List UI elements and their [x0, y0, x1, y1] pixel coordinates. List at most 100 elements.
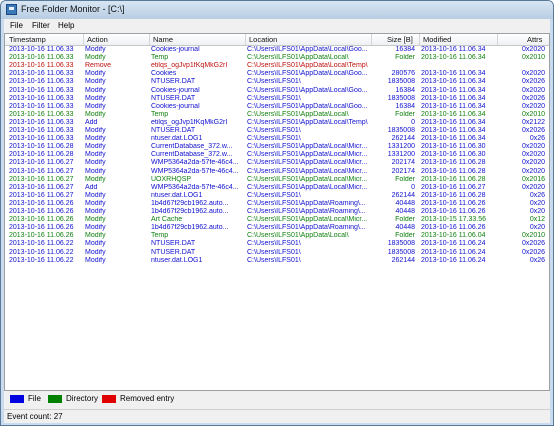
table-row[interactable]: 2013-10-16 11.06.28 Modify CurrentDatabase…	[5, 151, 549, 159]
table-row[interactable]: 2013-10-16 11.06.27 Modify ntuser.dat.LOG1…	[5, 191, 549, 200]
table-row[interactable]: 2013-10-16 11.06.26 Modify 1b4d67f29cb1962…	[5, 224, 549, 232]
table-row[interactable]: 2013-10-16 11.06.27 Add WMP5364a2da-57fe-4…	[5, 183, 549, 192]
column-divider[interactable]	[149, 34, 150, 45]
column-header-action[interactable]: Action	[87, 35, 108, 44]
cell-action: Modify	[85, 248, 106, 256]
cell-location: C:\Users\ILFS01\AppData\Local\Temp\	[247, 118, 368, 126]
column-header-modified[interactable]: Modified	[423, 35, 451, 44]
title-bar[interactable]: Free Folder Monitor - [C:\]	[1, 1, 553, 19]
cell-action: Modify	[85, 135, 106, 143]
cell-action: Modify	[85, 46, 106, 53]
cell-location: C:\Users\ILFS01\AppData\Roaming\...	[247, 208, 366, 215]
cell-attrs: 0x26	[529, 135, 545, 143]
cell-size: Folder	[395, 110, 415, 118]
cell-size: 1331200	[387, 143, 415, 151]
cell-timestamp: 2013-10-16 11.06.27	[9, 159, 74, 167]
table-row[interactable]: 2013-10-16 11.06.33 Modify Temp C:\Users\IL…	[5, 54, 549, 62]
cell-timestamp: 2013-10-16 11.06.22	[9, 240, 74, 248]
cell-size: Folder	[395, 232, 415, 240]
table-row[interactable]: 2013-10-16 11.06.33 Modify NTUSER.DAT C:\Us…	[5, 94, 549, 103]
cell-timestamp: 2013-10-16 11.06.33	[9, 78, 74, 86]
table-row[interactable]: 2013-10-16 11.06.33 Add etilqs_ogJvp1fKqMk…	[5, 118, 549, 127]
cell-attrs: 0x2010	[522, 110, 545, 118]
column-divider[interactable]	[497, 34, 498, 45]
cell-modified: 2013-10-16 11.06.24	[421, 248, 486, 256]
table-row[interactable]: 2013-10-16 11.06.26 Modify Art Cache C:\Use…	[5, 216, 549, 224]
cell-name: NTUSER.DAT	[151, 78, 196, 86]
table-row[interactable]: 2013-10-16 11.06.22 Modify ntuser.dat.LOG1…	[5, 256, 549, 265]
cell-name: Temp	[151, 54, 169, 62]
cell-modified: 2013-10-16 11.06.34	[421, 94, 486, 102]
table-row[interactable]: 2013-10-16 11.06.26 Modify 1b4d67f29cb1962…	[5, 208, 549, 216]
cell-location: C:\Users\ILFS01\	[247, 127, 301, 134]
table-row[interactable]: 2013-10-16 11.06.33 Modify Cookies-journal…	[5, 46, 549, 54]
cell-action: Modify	[85, 151, 106, 159]
column-header-size[interactable]: Size [B]	[387, 35, 413, 44]
cell-timestamp: 2013-10-16 11.06.26	[9, 224, 74, 232]
cell-attrs: 0x20	[529, 208, 545, 215]
column-divider[interactable]	[245, 34, 246, 45]
cell-timestamp: 2013-10-16 11.06.26	[9, 199, 74, 207]
cell-name: 1b4d67f29cb1962.auto...	[151, 199, 229, 207]
table-row[interactable]: 2013-10-16 11.06.33 Modify NTUSER.DAT C:\Us…	[5, 78, 549, 86]
cell-timestamp: 2013-10-16 11.06.27	[9, 167, 74, 175]
column-divider[interactable]	[419, 34, 420, 45]
table-row[interactable]: 2013-10-16 11.06.26 Modify Temp C:\Users\IL…	[5, 232, 549, 240]
menu-help[interactable]: Help	[58, 21, 74, 30]
column-header-location[interactable]: Location	[249, 35, 277, 44]
table-row[interactable]: 2013-10-16 11.06.27 Modify WMP5364a2da-57f…	[5, 159, 549, 167]
cell-size: 1835008	[387, 248, 415, 256]
column-divider[interactable]	[371, 34, 372, 45]
menu-file[interactable]: File	[10, 21, 23, 30]
table-row[interactable]: 2013-10-16 11.06.33 Modify Cookies-journal…	[5, 86, 549, 95]
cell-modified: 2013-10-16 11.06.27	[421, 183, 486, 191]
main-window: Free Folder Monitor - [C:\] File Filter …	[0, 0, 554, 426]
cell-location: C:\Users\ILFS01\	[247, 94, 301, 102]
cell-attrs: 0x2026	[522, 240, 545, 248]
cell-timestamp: 2013-10-16 11.06.33	[9, 127, 74, 134]
table-row[interactable]: 2013-10-16 11.06.22 Modify NTUSER.DAT C:\Us…	[5, 248, 549, 257]
table-row[interactable]: 2013-10-16 11.06.28 Modify CurrentDatabase…	[5, 143, 549, 151]
table-row[interactable]: 2013-10-16 11.06.33 Modify NTUSER.DAT C:\Us…	[5, 127, 549, 135]
cell-timestamp: 2013-10-16 11.06.27	[9, 191, 74, 199]
cell-timestamp: 2013-10-16 11.06.33	[9, 110, 74, 118]
cell-action: Add	[85, 183, 98, 191]
cell-action: Modify	[85, 94, 106, 102]
cell-location: C:\Users\ILFS01\AppData\Local\Goo...	[247, 86, 368, 94]
cell-attrs: 0x2020	[522, 143, 545, 151]
table-row[interactable]: 2013-10-16 11.06.27 Modify WMP5364a2da-57f…	[5, 167, 549, 176]
cell-attrs: 0x2020	[522, 183, 545, 191]
table-row[interactable]: 2013-10-16 11.06.33 Modify ntuser.dat.LOG1…	[5, 135, 549, 143]
column-header-name[interactable]: Name	[153, 35, 173, 44]
cell-size: 202174	[391, 159, 415, 167]
cell-attrs: 0x2026	[522, 78, 545, 86]
legend-directory-label: Directory	[66, 394, 99, 403]
table-row[interactable]: 2013-10-16 11.06.26 Modify 1b4d67f29cb1962…	[5, 199, 549, 208]
table-row[interactable]: 2013-10-16 11.06.33 Modify Cookies C:\Users…	[5, 70, 549, 78]
table-row[interactable]: 2013-10-16 11.06.33 Remove etilqs_ogJvp1fK…	[5, 62, 549, 70]
cell-name: Cookies-journal	[151, 46, 200, 53]
cell-size: Folder	[395, 175, 415, 183]
column-header-timestamp[interactable]: Timestamp	[9, 35, 46, 44]
cell-size: 262144	[391, 256, 415, 264]
column-divider[interactable]	[83, 34, 84, 45]
cell-attrs: 0x2010	[522, 232, 545, 240]
table-row[interactable]: 2013-10-16 11.06.33 Modify Temp C:\Users\IL…	[5, 110, 549, 119]
cell-attrs: 0x2020	[522, 86, 545, 94]
table-row[interactable]: 2013-10-16 11.06.27 Modify UOXRHQSP C:\User…	[5, 175, 549, 184]
cell-location: C:\Users\ILFS01\AppData\Local\Micr...	[247, 167, 368, 175]
cell-location: C:\Users\ILFS01\AppData\Local\	[247, 232, 349, 240]
event-list[interactable]: Timestamp Action Name Location Size [B] …	[4, 33, 550, 391]
cell-attrs: 0x2020	[522, 151, 545, 159]
cell-action: Remove	[85, 62, 112, 70]
cell-modified: 2013-10-16 11.06.28	[421, 191, 486, 199]
menu-filter[interactable]: Filter	[32, 21, 50, 30]
cell-location: C:\Users\ILFS01\AppData\Roaming\...	[247, 224, 366, 232]
cell-name: WMP5364a2da-57fe-46c4...	[151, 159, 239, 167]
column-header-attrs[interactable]: Attrs	[527, 35, 542, 44]
cell-name: etilqs_ogJvp1fKqMkG2rI	[151, 62, 228, 70]
cell-size: 16384	[395, 102, 415, 110]
table-row[interactable]: 2013-10-16 11.06.33 Modify Cookies-journal…	[5, 102, 549, 111]
cell-action: Modify	[85, 110, 106, 118]
table-row[interactable]: 2013-10-16 11.06.22 Modify NTUSER.DAT C:\Us…	[5, 240, 549, 248]
